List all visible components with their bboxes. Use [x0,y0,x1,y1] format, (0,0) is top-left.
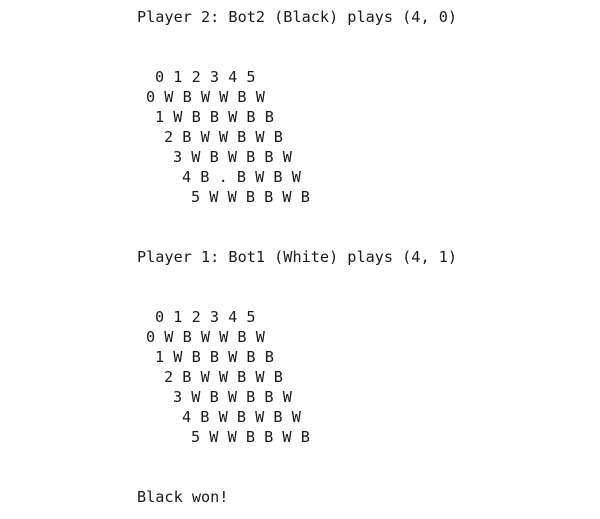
board-row: 2 B W W B W B [164,128,283,146]
board-row: 0 W B W W B W [146,88,265,106]
board-row: 5 W W B B W B [191,428,310,446]
board-row: 3 W B W B B W [173,388,292,406]
board-row: 3 W B W B B W [173,148,292,166]
board-row: 0 W B W W B W [146,328,265,346]
console-output: Player 2: Bot2 (Black) plays (4, 0) 0 1 … [0,0,600,519]
board-row: 1 W B B W B B [155,108,274,126]
game-result: Black won! [137,488,229,506]
move-announcement: Player 2: Bot2 (Black) plays (4, 0) [137,8,458,26]
board-column-header: 0 1 2 3 4 5 [155,308,256,326]
board-row: 5 W W B B W B [191,188,310,206]
board-row: 4 B W B W B W [182,408,301,426]
board-column-header: 0 1 2 3 4 5 [155,68,256,86]
board-row: 4 B . B W B W [182,168,301,186]
move-announcement: Player 1: Bot1 (White) plays (4, 1) [137,248,458,266]
board-row: 1 W B B W B B [155,348,274,366]
board-row: 2 B W W B W B [164,368,283,386]
